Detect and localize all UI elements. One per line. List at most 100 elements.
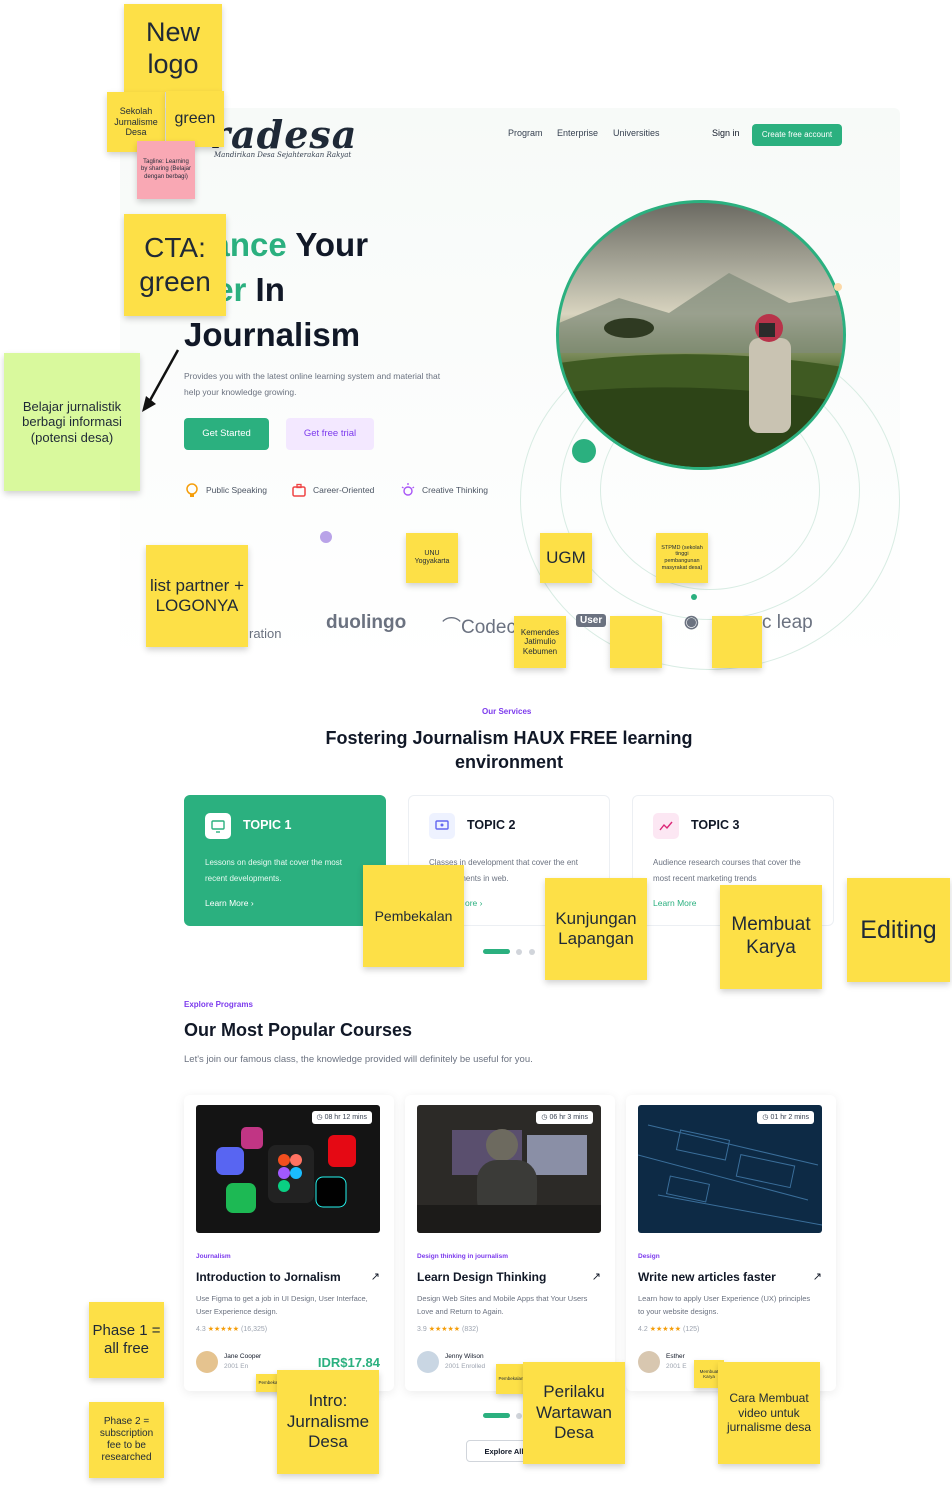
sticky-note-unu[interactable]: UNU Yogyakarta — [406, 533, 458, 583]
sticky-note-new-logo[interactable]: New logo — [124, 4, 222, 92]
sticky-note-cta[interactable]: CTA: green — [124, 214, 226, 316]
partner-logo-alien: ◉ — [684, 612, 699, 632]
arrow-up-right-icon[interactable]: ↗ — [371, 1270, 380, 1283]
clock-icon: ◷ — [316, 1114, 325, 1121]
free-trial-button[interactable]: Get free trial — [286, 418, 374, 450]
feature-label: Public Speaking — [206, 485, 267, 495]
app-icons-illustration — [216, 1127, 356, 1213]
sticky-note-cara[interactable]: Cara Membuat video untuk jurnalisme desa — [718, 1362, 820, 1464]
sticky-note-blank-2[interactable] — [712, 616, 762, 668]
blueprint-illustration — [638, 1124, 822, 1226]
nav-universities[interactable]: Universities — [613, 128, 660, 138]
sticky-note-belajar[interactable]: Belajar jurnalistik berbagi informasi (p… — [4, 353, 140, 491]
sticky-note-phase1[interactable]: Phase 1 = all free — [89, 1302, 164, 1378]
instructor-name: Jane Cooper — [224, 1353, 262, 1360]
instructor: Jenny Wilson 2001 Enrolled — [445, 1352, 485, 1372]
learn-more-link[interactable]: Learn More › — [205, 898, 254, 908]
course-thumbnail: ◷ 06 hr 3 mins — [417, 1105, 601, 1233]
topic-desc: Audience research courses that cover the… — [653, 858, 801, 883]
sticky-note-pembekalan[interactable]: Pembekalan — [363, 865, 464, 967]
create-account-button[interactable]: Create free account — [752, 124, 842, 146]
partner-logo-leap: c leap — [762, 612, 813, 633]
course-description: Learn how to apply User Experience (UX) … — [638, 1294, 811, 1316]
sticky-note-perilaku[interactable]: Perilaku Wartawan Desa — [523, 1362, 625, 1464]
get-started-button[interactable]: Get Started — [184, 418, 269, 450]
topic-card-1[interactable]: TOPIC 1 Lessons on design that cover the… — [184, 795, 386, 926]
courses-kicker: Explore Programs — [184, 1000, 253, 1009]
courses-pager-active[interactable] — [483, 1413, 510, 1418]
instructor-name: Esther — [666, 1353, 685, 1360]
rating-value: 3.9 — [417, 1326, 427, 1333]
sticky-note-partners[interactable]: list partner + LOGONYA — [146, 545, 248, 647]
alien-icon: ◉ — [684, 612, 699, 631]
duration-badge: ◷ 08 hr 12 mins — [311, 1111, 372, 1124]
nav-enterprise[interactable]: Enterprise — [557, 128, 598, 138]
course-title[interactable]: Write new articles faster — [638, 1270, 776, 1284]
sticky-note-pembekalan-small-2[interactable]: Pembekalan — [496, 1364, 526, 1394]
hero-description: Provides you with the latest online lear… — [184, 371, 441, 397]
feature-label: Career-Oriented — [313, 485, 375, 495]
sticky-note-blank-1[interactable] — [610, 616, 662, 668]
services-kicker: Our Services — [482, 707, 532, 716]
decor-dot — [691, 594, 697, 600]
course-title[interactable]: Introduction to Jornalism — [196, 1270, 341, 1284]
learn-more-link[interactable]: Learn More — [653, 898, 696, 908]
monitor-icon — [205, 813, 231, 839]
course-card-1[interactable]: ◷ 08 hr 12 mins Journalism Introduction … — [184, 1095, 394, 1391]
partner-logo-user: User — [576, 614, 607, 627]
feature-public-speaking: Public Speaking — [184, 482, 267, 498]
sticky-note-intro[interactable]: Intro: Jurnalisme Desa — [277, 1370, 379, 1474]
stars-icon: ★★★★★ — [428, 1326, 461, 1333]
signin-link[interactable]: Sign in — [712, 128, 740, 138]
course-price: IDR$17.84 — [317, 1355, 380, 1370]
rating-value: 4.3 — [196, 1326, 206, 1333]
sticky-note-ugm[interactable]: UGM — [540, 533, 592, 583]
hero-photo — [556, 200, 846, 470]
arrow-up-right-icon[interactable]: ↗ — [813, 1270, 822, 1283]
topic-desc: Lessons on design that cover the most re… — [205, 858, 342, 883]
feature-career: Career-Oriented — [291, 482, 374, 498]
duration-text: 01 hr 2 mins — [770, 1114, 809, 1121]
sticky-note-kemendes[interactable]: Kemendes Jatimulio Kebumen — [514, 616, 566, 668]
hero-title-black-1: Your — [286, 226, 369, 263]
course-card-2[interactable]: ◷ 06 hr 3 mins Design thinking in journa… — [405, 1095, 615, 1391]
duration-badge: ◷ 01 hr 2 mins — [757, 1111, 814, 1124]
services-pager-dot[interactable] — [516, 949, 522, 955]
chart-line-icon — [653, 813, 679, 839]
enrolled-count: 2001 Enrolled — [445, 1363, 486, 1370]
avatar — [417, 1351, 439, 1373]
duration-badge: ◷ 06 hr 3 mins — [536, 1111, 593, 1124]
arrow-up-right-icon[interactable]: ↗ — [592, 1270, 601, 1283]
sticky-note-green-logo[interactable]: green — [166, 91, 224, 147]
sticky-note-editing[interactable]: Editing — [847, 878, 950, 982]
course-category: Journalism — [196, 1253, 231, 1260]
partner-logo-codec: ⌒Codec — [442, 612, 516, 639]
instructor: Esther 2001 E — [666, 1352, 687, 1372]
hero-title-line-3: Journalism — [184, 316, 361, 353]
course-title[interactable]: Learn Design Thinking — [417, 1270, 546, 1284]
course-thumbnail: ◷ 08 hr 12 mins — [196, 1105, 380, 1233]
desktop-icon — [429, 813, 455, 839]
sticky-note-kunjungan[interactable]: Kunjungan Lapangan — [545, 878, 647, 980]
avatar — [638, 1351, 660, 1373]
sticky-note-stpmd[interactable]: STPMD (sekolah tinggi pembangunan masyra… — [656, 533, 708, 583]
sticky-note-membuat-karya[interactable]: Membuat Karya — [720, 885, 822, 989]
course-category: Design thinking in journalism — [417, 1253, 509, 1260]
sticky-note-phase2[interactable]: Phase 2 = subscription fee to be researc… — [89, 1402, 164, 1478]
courses-title: Our Most Popular Courses — [184, 1020, 413, 1040]
feature-label: Creative Thinking — [422, 485, 488, 495]
duration-text: 08 hr 12 mins — [324, 1114, 367, 1121]
sticky-note-tagline[interactable]: Tagline: Learning by sharing (Belajar de… — [137, 141, 195, 199]
nav-program[interactable]: Program — [508, 128, 543, 138]
codec-icon: ⌒ — [442, 617, 462, 638]
courses-pager-dot[interactable] — [516, 1413, 522, 1419]
briefcase-icon — [292, 483, 306, 497]
course-card-3[interactable]: ◷ 01 hr 2 mins Design Write new articles… — [626, 1095, 836, 1391]
course-description: Design Web Sites and Mobile Apps that Yo… — [417, 1294, 588, 1316]
services-pager-dot[interactable] — [529, 949, 535, 955]
courses-subtitle: Let's join our famous class, the knowled… — [184, 1054, 533, 1065]
learn-more-link[interactable]: ore › — [465, 898, 482, 908]
enrolled-count: 2001 En — [224, 1363, 249, 1370]
instructor-name: Jenny Wilson — [445, 1353, 484, 1360]
services-pager-active[interactable] — [483, 949, 510, 954]
